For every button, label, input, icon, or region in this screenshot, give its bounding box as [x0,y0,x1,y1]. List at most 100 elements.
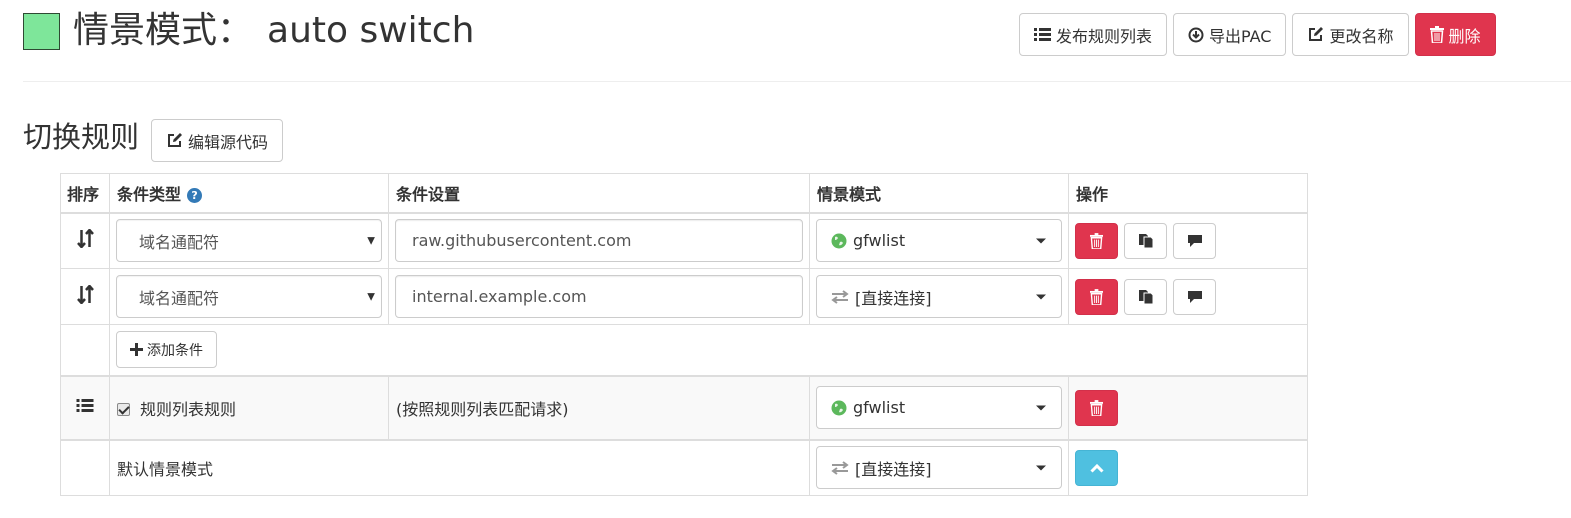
sort-arrows-icon[interactable] [76,228,94,250]
profile-select[interactable]: gfwlist [816,219,1062,263]
note-condition-button[interactable] [1173,278,1216,315]
header-condition-settings-label: 条件设置 [396,184,461,204]
ops-cell [1068,374,1308,440]
rule-list-description: (按照规则列表匹配请求) [396,399,569,419]
condition-type-select[interactable]: 域名通配符 ▼ [116,219,382,263]
rule-list-label-cell: 规则列表规则 [109,374,389,440]
list-icon [76,399,94,412]
move-up-button[interactable] [1075,449,1118,486]
delete-condition-button[interactable] [1075,278,1118,315]
rule-list-label: 规则列表规则 [140,399,237,419]
caret-down-icon [1036,238,1046,244]
clone-condition-button[interactable] [1124,278,1167,315]
table-header-row: 排序 条件类型? 条件设置 情景模式 操作 [60,173,1308,214]
ops-cell [1068,268,1308,325]
condition-input[interactable]: internal.example.com [395,275,803,318]
edit-source-button[interactable]: 编辑源代码 [151,119,284,162]
profile-cell: gfwlist [809,212,1069,269]
default-profile-label: 默认情景模式 [117,459,214,479]
header-condition-type-label: 条件类型 [117,184,182,204]
header-divider [23,81,1571,82]
caret-down-icon [1036,294,1046,299]
edit-icon [1309,27,1324,41]
rule-list-icon-cell [60,374,110,440]
profile-cell: [直接连接] [809,438,1069,496]
delete-profile-button[interactable]: 删除 [1414,13,1496,56]
header-sort: 排序 [60,173,110,214]
copy-icon [1138,289,1153,304]
condition-type-cell: 域名通配符 ▼ [109,212,389,269]
default-label-cell: 默认情景模式 [109,438,810,496]
condition-value: internal.example.com [412,287,587,306]
copy-icon [1138,233,1153,249]
sort-cell [60,212,110,269]
title-prefix: 情景模式： [73,10,254,51]
profile-value: [直接连接] [855,288,932,308]
delete-condition-button[interactable] [1075,222,1118,259]
ops-cell [1068,438,1308,496]
header-sort-label: 排序 [67,184,100,204]
profile-select[interactable]: [直接连接] [816,275,1062,318]
trash-icon [1429,26,1444,43]
export-pac-button[interactable]: 导出PAC [1173,13,1287,56]
condition-type-value: 域名通配符 [139,288,220,308]
trash-icon [1090,232,1103,249]
chevron-up-icon [1089,463,1104,473]
condition-type-value: 域名通配符 [139,232,220,252]
delete-rule-list-button[interactable] [1075,389,1118,426]
rule-list-checkbox[interactable] [117,402,130,416]
empty-cell [60,438,110,496]
profile-select[interactable]: gfwlist [816,386,1062,429]
caret-down-icon: ▼ [367,235,375,247]
globe-icon [831,400,847,415]
note-condition-button[interactable] [1173,222,1216,259]
trash-icon [1090,288,1103,305]
page-title: 情景模式： auto switch [73,8,474,54]
switch-rules-table: 排序 条件类型? 条件设置 情景模式 操作 域名通配符 ▼ raw.githubu… [60,173,1308,496]
rule-list-description-cell: (按照规则列表匹配请求) [388,374,810,440]
header-condition-settings: 条件设置 [388,173,810,214]
profile-value: [直接连接] [855,459,932,479]
header-profile-label: 情景模式 [817,184,882,204]
header-actions-label: 操作 [1076,184,1109,204]
profile-value: gfwlist [853,398,906,417]
profile-value: gfwlist [853,231,906,251]
add-condition-button[interactable]: 添加条件 [116,331,217,369]
rule-list-row: 规则列表规则 (按照规则列表匹配请求) gfwlist [60,374,1308,440]
publish-rule-list-button[interactable]: 发布规则列表 [1019,13,1168,56]
rename-label: 更改名称 [1329,26,1394,46]
plus-icon [130,343,143,357]
list-icon [1034,28,1051,41]
sort-cell [60,268,110,325]
condition-cell: internal.example.com [388,268,810,325]
table-row: 域名通配符 ▼ internal.example.com [直接连接] [60,268,1308,325]
publish-label: 发布规则列表 [1056,26,1153,46]
caret-down-icon [1036,405,1046,410]
edit-icon [168,133,182,147]
condition-type-cell: 域名通配符 ▼ [109,268,389,325]
default-profile-select[interactable]: [直接连接] [816,446,1062,490]
clone-condition-button[interactable] [1124,222,1167,259]
header-actions: 操作 [1068,173,1308,214]
edit-source-label: 编辑源代码 [188,132,269,152]
rename-button[interactable]: 更改名称 [1292,13,1409,56]
download-circle-icon [1188,27,1204,42]
ops-cell [1068,212,1308,269]
condition-input[interactable]: raw.githubusercontent.com [395,219,803,263]
globe-icon [831,233,847,249]
delete-label: 删除 [1448,26,1481,46]
default-profile-row: 默认情景模式 [直接连接] [60,438,1308,496]
add-condition-row: 添加条件 [60,324,1308,377]
table-row: 域名通配符 ▼ raw.githubusercontent.com gfwlist [60,212,1308,269]
caret-down-icon [1036,465,1046,471]
empty-cell [60,324,110,377]
add-condition-cell: 添加条件 [109,324,1308,377]
condition-cell: raw.githubusercontent.com [388,212,810,269]
comment-icon [1187,235,1202,248]
profile-name: auto switch [267,10,475,51]
direct-arrows-icon [831,289,849,304]
direct-arrows-icon [831,460,849,475]
sort-arrows-icon[interactable] [76,284,94,305]
help-icon[interactable]: ? [187,187,203,203]
condition-type-select[interactable]: 域名通配符 ▼ [116,275,382,318]
